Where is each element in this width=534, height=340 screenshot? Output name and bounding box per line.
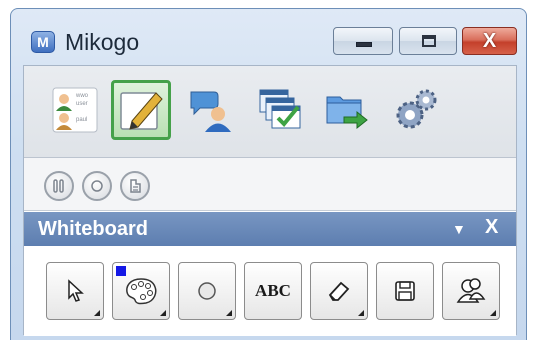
svg-text:wwo: wwo <box>75 93 89 99</box>
eraser-tool-button[interactable] <box>310 262 368 320</box>
dropdown-corner-icon <box>160 310 166 316</box>
save-tool-button[interactable] <box>376 262 434 320</box>
application-selection-button[interactable] <box>253 83 307 137</box>
chat-icon <box>190 91 231 132</box>
text-tool-label: ABC <box>255 281 291 300</box>
file-transfer-button[interactable] <box>320 83 374 137</box>
record-icon <box>91 180 103 192</box>
main-toolbar: wwo user paul <box>24 66 516 158</box>
minimize-icon <box>356 42 372 47</box>
users-icon <box>456 278 486 303</box>
record-button[interactable] <box>82 171 112 201</box>
eraser-icon <box>328 281 350 301</box>
window-check-icon <box>259 89 301 129</box>
color-tool-button[interactable] <box>112 262 170 320</box>
switch-presenter-button[interactable] <box>120 171 150 201</box>
close-icon: X <box>482 30 497 52</box>
maximize-button[interactable] <box>399 27 457 55</box>
main-panel: wwo user paul Whiteboard ▼ X ABC <box>23 65 517 336</box>
chevron-down-icon[interactable]: ▼ <box>452 221 466 237</box>
cursor-icon <box>68 279 84 302</box>
pointer-tool-button[interactable] <box>46 262 104 320</box>
window-title: Mikogo <box>65 29 140 55</box>
minimize-button[interactable] <box>333 27 393 55</box>
palette-icon <box>126 278 157 305</box>
session-controls <box>24 158 516 211</box>
app-logo-icon: M <box>31 31 55 53</box>
pause-icon <box>53 179 64 193</box>
whiteboard-header: Whiteboard ▼ X <box>24 212 516 246</box>
svg-text:paul: paul <box>76 117 87 123</box>
pencil-edit-icon <box>120 92 163 130</box>
app-window: M Mikogo X wwo user paul Whiteboard ▼ X … <box>10 8 527 340</box>
title-bar[interactable]: M Mikogo X <box>11 9 526 65</box>
dropdown-corner-icon <box>490 310 496 316</box>
circle-icon <box>198 282 216 300</box>
text-tool-button[interactable]: ABC <box>244 262 302 320</box>
chat-button[interactable] <box>184 83 238 137</box>
dropdown-corner-icon <box>226 310 232 316</box>
participants-icon: wwo user paul <box>52 87 98 133</box>
dropdown-corner-icon <box>94 310 100 316</box>
maximize-icon <box>422 35 436 47</box>
pause-button[interactable] <box>44 171 74 201</box>
close-button[interactable]: X <box>462 27 517 55</box>
whiteboard-button[interactable] <box>111 80 171 140</box>
users-tool-button[interactable] <box>442 262 500 320</box>
folder-transfer-icon <box>326 96 368 130</box>
whiteboard-close-button[interactable]: X <box>485 216 498 239</box>
dropdown-corner-icon <box>358 310 364 316</box>
svg-text:user: user <box>76 101 88 107</box>
save-icon <box>395 281 415 301</box>
participants-button[interactable]: wwo user paul <box>48 83 102 137</box>
whiteboard-toolbar: ABC <box>24 246 516 336</box>
selected-color-swatch <box>116 266 126 276</box>
gears-icon <box>396 89 437 129</box>
switch-presenter-icon <box>130 179 141 193</box>
settings-button[interactable] <box>389 83 443 137</box>
shape-tool-button[interactable] <box>178 262 236 320</box>
whiteboard-title: Whiteboard <box>38 218 148 240</box>
